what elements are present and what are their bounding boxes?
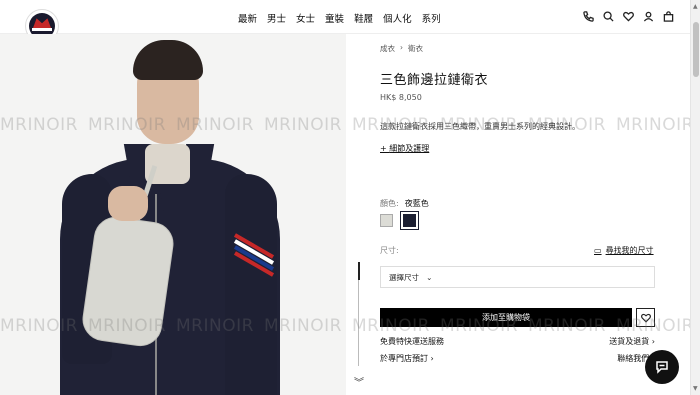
phone-icon[interactable] xyxy=(583,11,594,22)
heart-icon[interactable] xyxy=(623,11,634,22)
color-selected: 夜藍色 xyxy=(404,199,429,208)
ruler-icon: ▭ xyxy=(594,246,602,255)
heart-icon xyxy=(640,313,651,323)
size-guide-link[interactable]: ▭ 尋找我的尺寸 xyxy=(594,245,654,256)
breadcrumb-current[interactable]: 衛衣 xyxy=(408,43,423,54)
breadcrumb: 成衣 › 衛衣 xyxy=(380,43,423,54)
product-image[interactable] xyxy=(0,34,346,395)
appointment-row: 於專門店預訂 › 聯絡我們 › xyxy=(380,353,655,364)
size-label: 尺寸: xyxy=(380,246,399,255)
nav-item-shoes[interactable]: 鞋履 xyxy=(354,11,373,25)
chevron-double-down-icon[interactable]: ︾ xyxy=(354,374,364,389)
shipping-returns-link[interactable]: 送貨及退貨 › xyxy=(609,336,655,347)
user-icon[interactable] xyxy=(643,11,654,22)
nav-item-collections[interactable]: 系列 xyxy=(422,11,441,25)
color-swatch-grey[interactable] xyxy=(380,214,393,227)
page-scrollbar[interactable]: ▲ ▼ xyxy=(690,0,700,395)
product-price: HK$ 8,050 xyxy=(380,93,422,102)
chat-button[interactable] xyxy=(645,350,679,384)
book-in-store-link[interactable]: 於專門店預訂 › xyxy=(380,353,434,364)
chevron-right-icon: › xyxy=(400,43,403,52)
nav-item-men[interactable]: 男士 xyxy=(267,11,286,25)
header-icons xyxy=(583,11,674,22)
chevron-down-icon: ⌄ xyxy=(421,273,433,282)
color-selector: 顏色: 夜藍色 xyxy=(380,198,429,209)
scroll-down-arrow-icon[interactable]: ▼ xyxy=(693,385,698,392)
main-nav: 最新 男士 女士 童裝 鞋履 個人化 系列 xyxy=(238,11,441,25)
chat-icon xyxy=(656,361,668,374)
gallery-progress-indicator xyxy=(358,262,360,280)
nav-item-personalize[interactable]: 個人化 xyxy=(383,11,412,25)
nav-item-kids[interactable]: 童裝 xyxy=(325,11,344,25)
nav-item-new[interactable]: 最新 xyxy=(238,11,257,25)
scroll-up-arrow-icon[interactable]: ▲ xyxy=(693,3,698,10)
free-shipping-text: 免費特快運送服務 xyxy=(380,337,444,346)
color-label: 顏色: xyxy=(380,199,399,208)
shipping-row: 免費特快運送服務 送貨及退貨 › xyxy=(380,336,655,347)
product-title: 三色飾邊拉鏈衛衣 xyxy=(380,73,489,88)
bag-icon[interactable] xyxy=(663,11,674,22)
add-to-bag-button[interactable]: 添加至購物袋 xyxy=(380,308,632,327)
scrollbar-thumb[interactable] xyxy=(693,22,699,77)
details-care-link[interactable]: + 細節及護理 xyxy=(380,143,429,154)
product-description: 這款拉鏈衛衣採用三色織帶，重賣男士系列的經典設計。 xyxy=(380,122,580,131)
color-swatch-night-blue[interactable] xyxy=(400,211,419,230)
wishlist-button[interactable] xyxy=(636,308,655,327)
size-select[interactable]: 選擇尺寸 ⌄ xyxy=(380,266,655,288)
site-header: 最新 男士 女士 童裝 鞋履 個人化 系列 xyxy=(0,0,690,43)
breadcrumb-parent[interactable]: 成衣 xyxy=(380,43,395,54)
nav-item-women[interactable]: 女士 xyxy=(296,11,315,25)
search-icon[interactable] xyxy=(603,11,614,22)
